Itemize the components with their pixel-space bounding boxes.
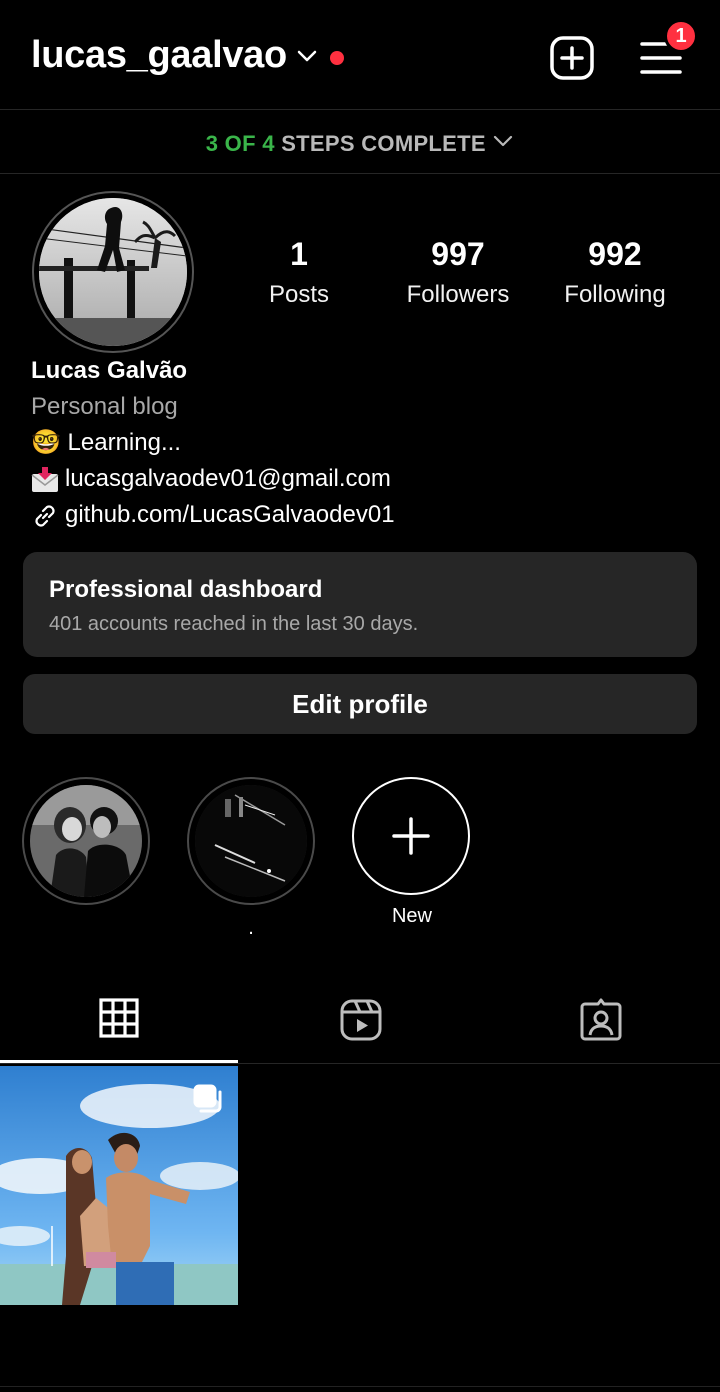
- tab-tagged[interactable]: [480, 990, 720, 1064]
- top-bar: lucas_gaalvao 1: [0, 0, 720, 110]
- grid-icon: [99, 998, 139, 1038]
- new-highlight-button[interactable]: New: [348, 777, 476, 928]
- reels-icon: [340, 999, 382, 1041]
- setup-steps-banner[interactable]: 3 OF 4 STEPS COMPLETE: [0, 111, 720, 174]
- posts-count: 1: [290, 236, 308, 272]
- link-icon: [35, 505, 55, 527]
- avatar[interactable]: [39, 198, 187, 346]
- display-name: Lucas Galvão: [31, 357, 188, 384]
- account-username[interactable]: lucas_gaalvao: [31, 34, 287, 77]
- bio-email-line: lucasgalvaodev01@gmail.com: [31, 461, 395, 497]
- tab-reels[interactable]: [240, 990, 480, 1064]
- plus-icon: [392, 817, 430, 855]
- followers-count: 997: [431, 236, 485, 272]
- following-stat[interactable]: 992 Following: [535, 236, 695, 309]
- tagged-person-icon: [580, 998, 622, 1041]
- highlight-cover: [30, 785, 142, 897]
- story-highlight[interactable]: .: [187, 777, 315, 940]
- divider: [0, 1386, 720, 1387]
- notification-badge: 1: [664, 19, 698, 53]
- profile-screen: lucas_gaalvao 1 3 OF 4 STEPS COMPLETE 1 …: [0, 0, 720, 1392]
- post-thumbnail[interactable]: [0, 1066, 238, 1305]
- bio-email[interactable]: lucasgalvaodev01@gmail.com: [65, 465, 391, 492]
- highlight-label: .: [248, 917, 254, 939]
- steps-progress: 3 OF 4: [205, 131, 275, 156]
- followers-label: Followers: [406, 281, 510, 308]
- edit-profile-button[interactable]: Edit profile: [23, 674, 697, 734]
- story-highlight[interactable]: [22, 777, 150, 917]
- envelope-icon: [31, 466, 59, 492]
- posts-label: Posts: [268, 281, 330, 308]
- chevron-down-icon: [494, 135, 513, 147]
- bio-text: 🤓 Learning...: [31, 429, 181, 456]
- category-label: Personal blog: [31, 393, 178, 420]
- bio-link[interactable]: github.com/LucasGalvaodev01: [65, 501, 395, 528]
- new-highlight-label: New: [391, 905, 432, 927]
- active-tab-indicator: [0, 1060, 238, 1063]
- bio: Lucas Galvão Personal blog 🤓 Learning...…: [31, 353, 395, 533]
- carousel-icon: [193, 1084, 222, 1113]
- tab-posts-grid[interactable]: [0, 990, 240, 1064]
- following-count: 992: [588, 236, 642, 272]
- professional-dashboard-card[interactable]: Professional dashboard 401 accounts reac…: [23, 552, 697, 657]
- new-highlight-circle[interactable]: [352, 777, 470, 895]
- chevron-down-icon[interactable]: [296, 48, 318, 64]
- dashboard-subtitle: 401 accounts reached in the last 30 days…: [49, 613, 419, 635]
- posts-stat[interactable]: 1 Posts: [219, 236, 379, 309]
- bio-link-line[interactable]: github.com/LucasGalvaodev01: [31, 497, 395, 533]
- create-post-icon[interactable]: [549, 35, 595, 81]
- followers-stat[interactable]: 997 Followers: [378, 236, 538, 309]
- unread-dot: [330, 51, 344, 65]
- dashboard-title: Professional dashboard: [49, 576, 323, 603]
- highlight-cover: [195, 785, 307, 897]
- following-label: Following: [564, 281, 666, 308]
- profile-tabs: [0, 990, 720, 1064]
- steps-label: STEPS COMPLETE: [281, 131, 486, 156]
